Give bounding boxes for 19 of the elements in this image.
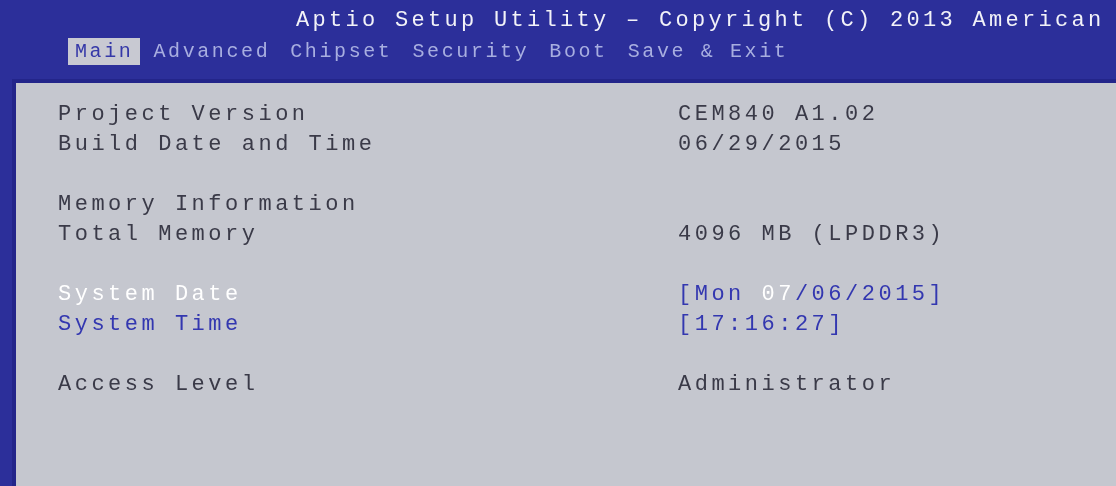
section-heading: Memory Information <box>58 191 360 217</box>
menu-tab[interactable]: Security <box>405 38 537 65</box>
field-label: Build Date and Time <box>58 131 377 157</box>
menu-tab[interactable]: Chipset <box>283 38 400 65</box>
field-label: Total Memory <box>58 221 260 247</box>
setting-value[interactable]: [17:16:27] <box>678 311 846 337</box>
field-label: Access Level <box>58 371 260 397</box>
setting-label[interactable]: System Time <box>58 311 678 337</box>
menu-tab[interactable]: Advanced <box>146 38 278 65</box>
window-title: Aptio Setup Utility – Copyright (C) 2013 American <box>295 8 1106 35</box>
menu-tab[interactable]: Save & Exit <box>620 38 796 65</box>
field-value: 06/29/2015 <box>678 131 846 157</box>
field-value: Administrator <box>678 371 896 397</box>
setting-value[interactable]: [Mon 07/06/2015] <box>678 281 946 307</box>
menu-tab[interactable]: Main <box>68 38 141 65</box>
field-value: 4096 MB (LPDDR3) <box>678 221 946 247</box>
field-label: Project Version <box>58 101 310 127</box>
menu-tab[interactable]: Boot <box>542 38 615 65</box>
field-value: CEM840 A1.02 <box>678 101 879 127</box>
